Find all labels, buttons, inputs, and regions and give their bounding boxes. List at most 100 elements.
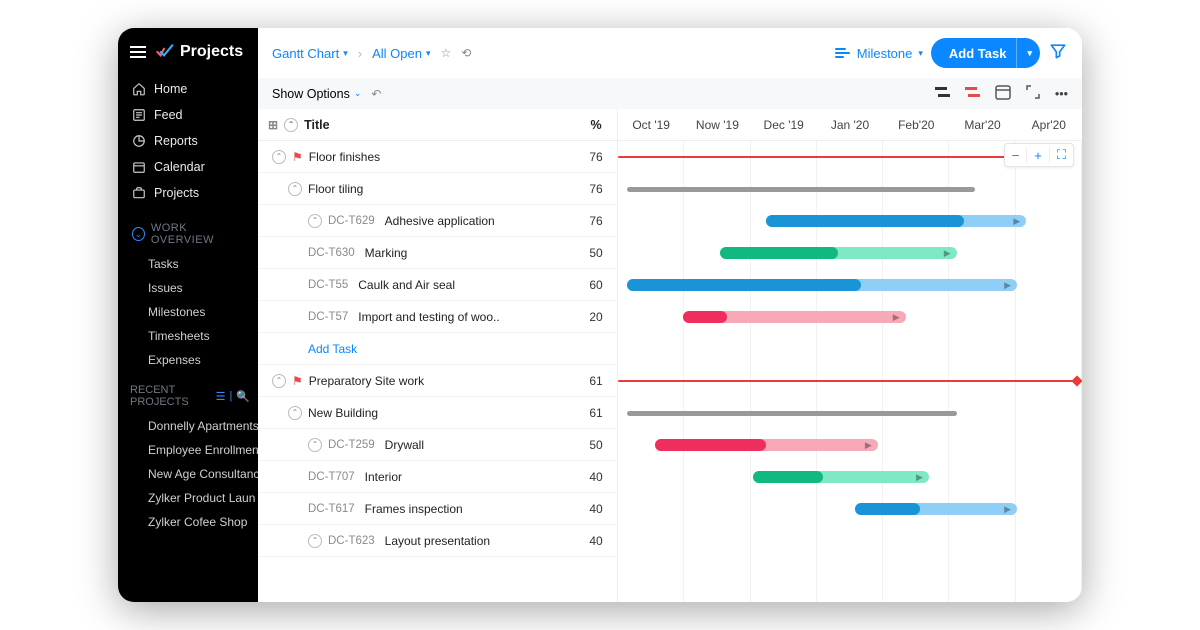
add-task-dropdown-icon[interactable]: ▾ (1027, 48, 1032, 59)
menu-toggle[interactable] (130, 46, 146, 58)
task-name: Frames inspection (365, 502, 463, 516)
gantt-bar[interactable] (627, 187, 975, 192)
zoom-fit-button[interactable]: ⛶ (1050, 147, 1073, 163)
task-row[interactable]: DC-T55Caulk and Air seal60 (258, 269, 617, 301)
nav-item-feed[interactable]: Feed (118, 102, 258, 128)
task-name: Layout presentation (385, 534, 490, 548)
task-row[interactable]: ⌃DC-T259Drywall50 (258, 429, 617, 461)
collapse-icon[interactable]: ⌃ (272, 150, 286, 164)
collapse-icon[interactable]: ⌃ (288, 406, 302, 420)
column-config-icon[interactable]: ⊞ (268, 118, 278, 132)
today-icon[interactable] (995, 84, 1011, 103)
task-id: DC-T629 (328, 215, 375, 227)
task-id: DC-T623 (328, 535, 375, 547)
month-header: Dec '19 (751, 118, 817, 132)
view-critical-icon[interactable] (965, 85, 981, 102)
collapse-icon[interactable]: ⌃ (272, 374, 286, 388)
recent-project-item[interactable]: Zylker Product Laun (118, 486, 258, 510)
refresh-icon[interactable]: ⟲ (461, 46, 471, 60)
task-percent: 61 (575, 374, 617, 388)
collapse-all-icon[interactable]: ⌃ (284, 118, 298, 132)
topbar: Gantt Chart▾ › All Open▾ ☆ ⟲ Milestone▾ … (258, 28, 1082, 78)
filter-selector[interactable]: All Open▾ (372, 46, 430, 61)
gantt-bar[interactable] (627, 411, 956, 416)
zoom-out-button[interactable]: − (1005, 148, 1027, 163)
month-header: Jan '20 (817, 118, 883, 132)
task-row[interactable]: DC-T707 Interior 40 (258, 461, 617, 493)
task-row[interactable]: ⌃New Building61 (258, 397, 617, 429)
gantt-bar[interactable]: ▶ (855, 503, 1017, 515)
overview-item-milestones[interactable]: Milestones (118, 300, 258, 324)
more-icon[interactable]: ••• (1055, 87, 1068, 101)
milestone-flag-icon: ⚑ (292, 150, 303, 164)
gantt-bar[interactable]: ▶ (627, 279, 1017, 291)
milestone-flag-icon: ⚑ (292, 374, 303, 388)
overview-item-tasks[interactable]: Tasks (118, 252, 258, 276)
milestone-icon (835, 46, 851, 60)
task-row[interactable]: DC-T617Frames inspection40 (258, 493, 617, 525)
zoom-in-button[interactable]: + (1027, 148, 1049, 163)
task-name: Interior (365, 470, 402, 484)
gantt-bar[interactable]: ▶ (683, 311, 906, 323)
add-task-button[interactable]: Add Task ▾ (931, 38, 1040, 68)
gantt-bar[interactable] (618, 380, 1077, 382)
logo-checkmark-icon (154, 42, 174, 62)
task-row[interactable]: DC-T57Import and testing of woo..20 (258, 301, 617, 333)
collapse-icon[interactable]: ⌃ (308, 534, 322, 548)
view-bars-icon[interactable] (935, 85, 951, 102)
gantt-bar[interactable]: ▶ (766, 215, 1026, 227)
options-toolbar: Show Options ⌄ ↶ ••• (258, 78, 1082, 109)
task-percent: 60 (575, 278, 617, 292)
recent-filter-icon[interactable]: ☰ (216, 390, 226, 403)
collapse-icon[interactable]: ⌃ (308, 438, 322, 452)
expand-icon[interactable] (1025, 84, 1041, 103)
view-selector[interactable]: Gantt Chart▾ (272, 46, 348, 61)
task-id: DC-T707 (308, 471, 355, 483)
task-percent: 61 (575, 406, 617, 420)
task-row[interactable]: ⌃DC-T623Layout presentation40 (258, 525, 617, 557)
nav-item-projects[interactable]: Projects (118, 180, 258, 206)
add-task-inline[interactable]: Add Task (258, 333, 617, 365)
task-row[interactable]: ⌃ ⚑ Preparatory Site work 61 (258, 365, 617, 397)
overview-item-issues[interactable]: Issues (118, 276, 258, 300)
gantt-bar[interactable]: ▶ (753, 471, 929, 483)
collapse-icon[interactable]: ⌃ (308, 214, 322, 228)
overview-item-expenses[interactable]: Expenses (118, 348, 258, 372)
task-list-pane: ⊞ ⌃ Title % ⌃⚑Floor finishes76⌃Floor til… (258, 109, 618, 602)
month-header: Now '19 (684, 118, 750, 132)
nav-item-reports[interactable]: Reports (118, 128, 258, 154)
task-row[interactable]: ⌃ DC-T629 Adhesive application 76 (258, 205, 617, 237)
task-row[interactable]: DC-T630Marking50 (258, 237, 617, 269)
main-content: Gantt Chart▾ › All Open▾ ☆ ⟲ Milestone▾ … (258, 28, 1082, 602)
filter-funnel-icon[interactable] (1048, 41, 1068, 66)
task-id: DC-T630 (308, 247, 355, 259)
overview-item-timesheets[interactable]: Timesheets (118, 324, 258, 348)
task-name: Marking (365, 246, 408, 260)
task-percent: 40 (575, 470, 617, 484)
nav-item-calendar[interactable]: Calendar (118, 154, 258, 180)
title-column-header: Title (304, 118, 329, 132)
task-name: Preparatory Site work (309, 374, 424, 388)
breadcrumb-separator: › (358, 46, 362, 61)
gantt-bar[interactable]: ▶ (655, 439, 878, 451)
recent-project-item[interactable]: Employee Enrollmen (118, 438, 258, 462)
recent-project-item[interactable]: New Age Consultanc (118, 462, 258, 486)
milestone-dropdown[interactable]: Milestone▾ (835, 46, 923, 61)
undo-icon[interactable]: ↶ (371, 87, 381, 101)
task-row[interactable]: ⌃Floor tiling76 (258, 173, 617, 205)
task-id: DC-T259 (328, 439, 375, 451)
recent-projects-heading: RECENT PROJECTS ☰ | 🔍 (118, 372, 258, 414)
gantt-bar[interactable] (618, 156, 1063, 158)
task-percent: 76 (575, 214, 617, 228)
task-row[interactable]: ⌃⚑Floor finishes76 (258, 141, 617, 173)
collapse-icon[interactable]: ⌃ (288, 182, 302, 196)
month-header: Apr'20 (1016, 118, 1082, 132)
recent-project-item[interactable]: Donnelly Apartments (118, 414, 258, 438)
show-options-toggle[interactable]: Show Options ⌄ (272, 87, 361, 101)
recent-search-icon[interactable]: 🔍 (236, 390, 250, 403)
task-name: Adhesive application (385, 214, 495, 228)
gantt-bar[interactable]: ▶ (720, 247, 957, 259)
nav-item-home[interactable]: Home (118, 76, 258, 102)
recent-project-item[interactable]: Zylker Cofee Shop (118, 510, 258, 534)
favorite-star-icon[interactable]: ☆ (440, 46, 451, 60)
